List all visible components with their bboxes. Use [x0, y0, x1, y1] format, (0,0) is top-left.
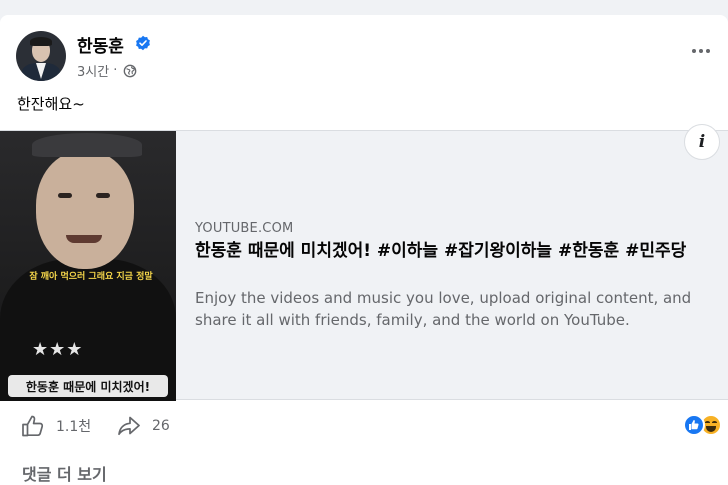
reaction-summary[interactable] — [683, 414, 722, 436]
thumbs-up-icon — [22, 415, 44, 437]
post-meta: 3시간 · — [77, 61, 137, 80]
view-more-comments-link[interactable]: 댓글 더 보기 — [22, 461, 107, 485]
share-arrow-icon — [118, 416, 140, 436]
author-name[interactable]: 한동훈 — [77, 32, 124, 57]
post-time[interactable]: 3시간 — [77, 61, 109, 80]
more-options-button[interactable] — [688, 41, 714, 61]
link-domain: YOUTUBE.COM — [195, 221, 294, 236]
like-count: 1.1천 — [56, 419, 92, 435]
link-preview[interactable]: 잠 깨아 먹으러 그래요 지금 정말 ★★★ 한동훈 때문에 미치겠어! i Y… — [0, 124, 728, 401]
share-button[interactable]: 26 — [116, 413, 170, 439]
like-reaction-icon — [683, 414, 705, 436]
thumbnail-caption-bottom: 한동훈 때문에 미치겠어! — [8, 375, 168, 397]
video-thumbnail[interactable]: 잠 깨아 먹으러 그래요 지금 정말 ★★★ 한동훈 때문에 미치겠어! — [0, 131, 176, 401]
meta-separator: · — [113, 63, 118, 78]
verified-badge-icon — [136, 35, 150, 51]
globe-icon[interactable] — [123, 64, 137, 78]
like-button[interactable]: 1.1천 — [20, 413, 91, 439]
link-title[interactable]: 한동훈 때문에 미치겠어! #이하늘 #잡기왕이하늘 #한동훈 #민주당 — [195, 239, 720, 264]
author-avatar[interactable] — [16, 31, 66, 81]
thumbnail-stars: ★★★ — [32, 339, 84, 360]
info-button[interactable]: i — [684, 124, 720, 160]
link-description: Enjoy the videos and music you love, upl… — [195, 289, 692, 329]
share-count: 26 — [152, 418, 170, 434]
post-text: 한잔해요~ — [17, 95, 85, 113]
thumbnail-caption-top: 잠 깨아 먹으러 그래요 지금 정말 — [29, 272, 153, 282]
post-card: 한동훈 3시간 · 한잔해요~ 잠 깨아 먹으러 그래요 지금 정말 ★★★ 한… — [0, 15, 728, 485]
